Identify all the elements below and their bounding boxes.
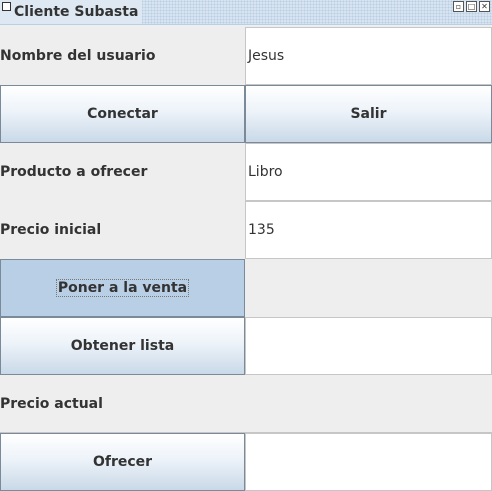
window-controls: ▫ □ ✕ bbox=[453, 1, 490, 12]
user-name-label: Nombre del usuario bbox=[0, 48, 156, 64]
close-icon[interactable]: ✕ bbox=[479, 1, 490, 12]
empty-panel bbox=[245, 259, 492, 317]
get-list-button-label: Obtener lista bbox=[70, 338, 175, 354]
put-for-sale-button[interactable]: Poner a la venta bbox=[0, 259, 245, 317]
get-list-button[interactable]: Obtener lista bbox=[0, 317, 245, 375]
offer-button[interactable]: Ofrecer bbox=[0, 433, 245, 491]
title-group: Cliente Subasta bbox=[0, 0, 143, 24]
list-output-field[interactable] bbox=[245, 317, 492, 375]
exit-button[interactable]: Salir bbox=[245, 85, 492, 143]
minimize-icon[interactable]: ▫ bbox=[453, 1, 464, 12]
window-titlebar[interactable]: Cliente Subasta ▫ □ ✕ bbox=[0, 0, 492, 25]
user-name-field[interactable]: Jesus bbox=[245, 27, 492, 85]
exit-button-label: Salir bbox=[350, 106, 387, 122]
maximize-icon[interactable]: □ bbox=[466, 1, 477, 12]
initial-price-label: Precio inicial bbox=[0, 222, 102, 238]
current-price-label: Precio actual bbox=[0, 375, 492, 433]
window-title: Cliente Subasta bbox=[14, 4, 139, 20]
window-menu-icon[interactable] bbox=[2, 2, 11, 11]
product-field[interactable]: Libro bbox=[245, 143, 492, 201]
connect-button-label: Conectar bbox=[87, 106, 158, 122]
put-for-sale-button-label: Poner a la venta bbox=[55, 279, 190, 297]
offer-field[interactable] bbox=[245, 433, 492, 491]
initial-price-field[interactable]: 135 bbox=[245, 201, 492, 259]
connect-button[interactable]: Conectar bbox=[0, 85, 245, 143]
product-label: Producto a ofrecer bbox=[0, 164, 148, 180]
offer-button-label: Ofrecer bbox=[92, 454, 153, 470]
